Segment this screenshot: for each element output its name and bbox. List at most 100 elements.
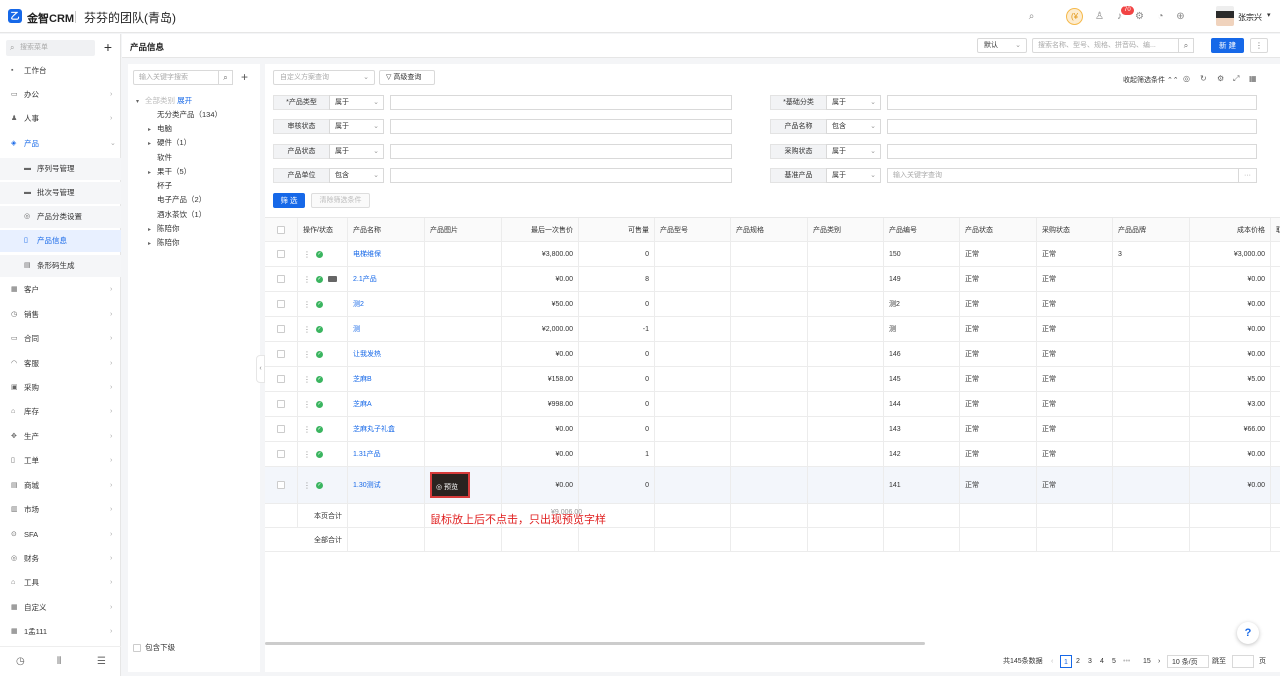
filter-button[interactable]: 筛 选 bbox=[273, 193, 305, 208]
page-number[interactable]: 3 bbox=[1088, 655, 1092, 668]
sidebar-item-14[interactable]: ⌂ 库存 › bbox=[0, 401, 121, 423]
sidebar-item-5[interactable]: ▬ 批次号管理 bbox=[0, 182, 121, 204]
filter-value-input[interactable] bbox=[390, 119, 732, 134]
product-name-link[interactable]: 1.31产品 bbox=[348, 442, 425, 466]
tree-node[interactable]: 酒水茶饮（1） bbox=[148, 209, 206, 220]
help-icon[interactable]: ? bbox=[1237, 622, 1259, 644]
caret-right-icon[interactable]: ▸ bbox=[148, 140, 157, 147]
settings-icon[interactable]: ⚙ bbox=[1217, 74, 1224, 83]
tree-root[interactable]: ▾ 全部类别 展开 bbox=[136, 95, 192, 106]
contacts-icon[interactable]: ♙ bbox=[1094, 11, 1105, 22]
filter-operator-select[interactable]: 属于 ⌄ bbox=[329, 95, 384, 110]
filter-operator-select[interactable]: 属于 ⌄ bbox=[329, 144, 384, 159]
sidebar-item-1[interactable]: ▭ 办公 › bbox=[0, 84, 121, 106]
collapse-tree-button[interactable]: ‹ bbox=[256, 355, 265, 383]
header-cell[interactable]: 产品图片 bbox=[425, 218, 502, 241]
sidebar-item-7[interactable]: ▯ 产品信息 bbox=[0, 230, 121, 252]
row-select-cell[interactable] bbox=[265, 342, 298, 366]
caret-right-icon[interactable]: ▸ bbox=[148, 226, 157, 233]
sidebar-item-8[interactable]: ▤ 条形码生成 bbox=[0, 255, 121, 277]
header-cell[interactable]: 操作/状态 bbox=[298, 218, 348, 241]
row-select-cell[interactable] bbox=[265, 417, 298, 441]
product-name-link[interactable]: 芝麻丸子礼盒 bbox=[348, 417, 425, 441]
coin-icon[interactable]: (¥ bbox=[1066, 8, 1083, 25]
header-cell[interactable]: 产品类别 bbox=[808, 218, 884, 241]
sidebar-item-2[interactable]: ♟ 人事 › bbox=[0, 108, 121, 130]
tree-search-button[interactable]: ⌕ bbox=[218, 70, 233, 85]
product-name-link[interactable]: 测 bbox=[348, 317, 425, 341]
settings-icon[interactable]: ⚙ bbox=[1134, 11, 1145, 22]
row-checkbox[interactable] bbox=[277, 375, 285, 383]
filter-operator-select[interactable]: 属于 ⌄ bbox=[826, 95, 881, 110]
header-cell[interactable]: 成本价格 bbox=[1190, 218, 1271, 241]
sidebar-item-0[interactable]: ▪ 工作台 bbox=[0, 60, 121, 82]
stats-icon[interactable]: ⫴ bbox=[57, 656, 61, 667]
sidebar-item-6[interactable]: ◎ 产品分类设置 bbox=[0, 206, 121, 228]
chevron-down-icon[interactable]: ▾ bbox=[1267, 11, 1271, 19]
product-search-input[interactable]: 搜索名称、型号、规格、拼音码、编... bbox=[1032, 38, 1179, 53]
tree-node[interactable]: ▸ 陈陪你 bbox=[148, 223, 180, 234]
sidebar-item-17[interactable]: ▤ 商城 › bbox=[0, 475, 121, 497]
row-actions-icon[interactable]: ⋮ bbox=[303, 400, 311, 409]
sidebar-item-3[interactable]: ◈ 产品 ⌄ bbox=[0, 133, 121, 155]
filter-value-input[interactable] bbox=[390, 95, 732, 110]
page-number[interactable]: 1 bbox=[1060, 655, 1072, 668]
filter-value-input[interactable] bbox=[390, 168, 732, 183]
sidebar-item-13[interactable]: ▣ 采购 › bbox=[0, 377, 121, 399]
fullscreen-icon[interactable]: ⤢ bbox=[1233, 74, 1239, 84]
history-icon[interactable]: ◷ bbox=[16, 656, 25, 667]
header-cell[interactable]: 可售量 bbox=[579, 218, 655, 241]
filter-value-input[interactable] bbox=[887, 144, 1257, 159]
caret-right-icon[interactable]: ▸ bbox=[148, 240, 157, 247]
product-name-link[interactable]: 让我发热 bbox=[348, 342, 425, 366]
sidebar-item-16[interactable]: ▯ 工单 › bbox=[0, 450, 121, 472]
row-checkbox[interactable] bbox=[277, 325, 285, 333]
row-select-cell[interactable] bbox=[265, 242, 298, 266]
product-name-link[interactable]: 2.1产品 bbox=[348, 267, 425, 291]
product-name-link[interactable]: 芝麻B bbox=[348, 367, 425, 391]
target-icon[interactable]: ◎ bbox=[1183, 74, 1190, 83]
sidebar-item-18[interactable]: ▥ 市场 › bbox=[0, 499, 121, 521]
row-select-cell[interactable] bbox=[265, 367, 298, 391]
filter-value-input[interactable] bbox=[887, 119, 1257, 134]
sidebar-item-21[interactable]: ⌂ 工具 › bbox=[0, 572, 121, 594]
sidebar-item-22[interactable]: ▦ 自定义 › bbox=[0, 597, 121, 619]
add-category-icon[interactable]: + bbox=[241, 70, 248, 84]
tree-node[interactable]: 软件 bbox=[148, 152, 172, 163]
product-name-link[interactable]: 芝麻A bbox=[348, 392, 425, 416]
select-all-checkbox[interactable] bbox=[277, 225, 285, 234]
header-cell[interactable]: 产品状态 bbox=[960, 218, 1037, 241]
filter-operator-select[interactable]: 属于 ⌄ bbox=[826, 168, 881, 183]
advanced-search-button[interactable]: ▽ 高级查询 bbox=[379, 70, 435, 85]
clear-filter-button[interactable]: 清除筛选条件 bbox=[311, 193, 370, 208]
product-name-link[interactable]: 电梯维保 bbox=[348, 242, 425, 266]
tree-node[interactable]: ▸ 硬件（1） bbox=[148, 137, 191, 148]
product-image-preview[interactable]: ◎ 预览 bbox=[430, 472, 470, 498]
header-cell[interactable]: 产品编号 bbox=[884, 218, 960, 241]
row-actions-icon[interactable]: ⋮ bbox=[303, 375, 311, 384]
row-select-cell[interactable] bbox=[265, 442, 298, 466]
sidebar-item-23[interactable]: ▦ 1孟111 › bbox=[0, 621, 121, 643]
row-checkbox[interactable] bbox=[277, 350, 285, 358]
tree-node[interactable]: ▸ 电脑 bbox=[148, 123, 172, 134]
menu-search-input[interactable]: ⌕ 搜索菜单 bbox=[6, 40, 95, 56]
download-icon[interactable]: ⊕ bbox=[1175, 11, 1186, 22]
horizontal-scrollbar[interactable] bbox=[265, 642, 925, 645]
column-settings-icon[interactable]: ▦ bbox=[1249, 74, 1257, 83]
chart-icon[interactable]: ◔ bbox=[1155, 11, 1166, 22]
page-number[interactable]: 2 bbox=[1076, 655, 1080, 668]
filter-operator-select[interactable]: 包含 ⌄ bbox=[826, 119, 881, 134]
header-cell[interactable] bbox=[265, 218, 298, 241]
sort-select[interactable]: 默认 ⌄ bbox=[977, 38, 1027, 53]
new-button[interactable]: 新 建 bbox=[1211, 38, 1244, 53]
caret-right-icon[interactable]: ▸ bbox=[148, 126, 157, 133]
include-sub-checkbox[interactable]: 包含下级 bbox=[133, 642, 175, 653]
row-checkbox[interactable] bbox=[277, 300, 285, 308]
row-select-cell[interactable] bbox=[265, 292, 298, 316]
sidebar-item-10[interactable]: ◷ 销售 › bbox=[0, 304, 121, 326]
tree-node[interactable]: ▸ 陈陪你 bbox=[148, 237, 180, 248]
row-actions-icon[interactable]: ⋮ bbox=[303, 300, 311, 309]
prev-page-icon[interactable]: ‹ bbox=[1051, 655, 1053, 668]
row-actions-icon[interactable]: ⋮ bbox=[303, 481, 311, 490]
header-cell[interactable]: 产品型号 bbox=[655, 218, 731, 241]
